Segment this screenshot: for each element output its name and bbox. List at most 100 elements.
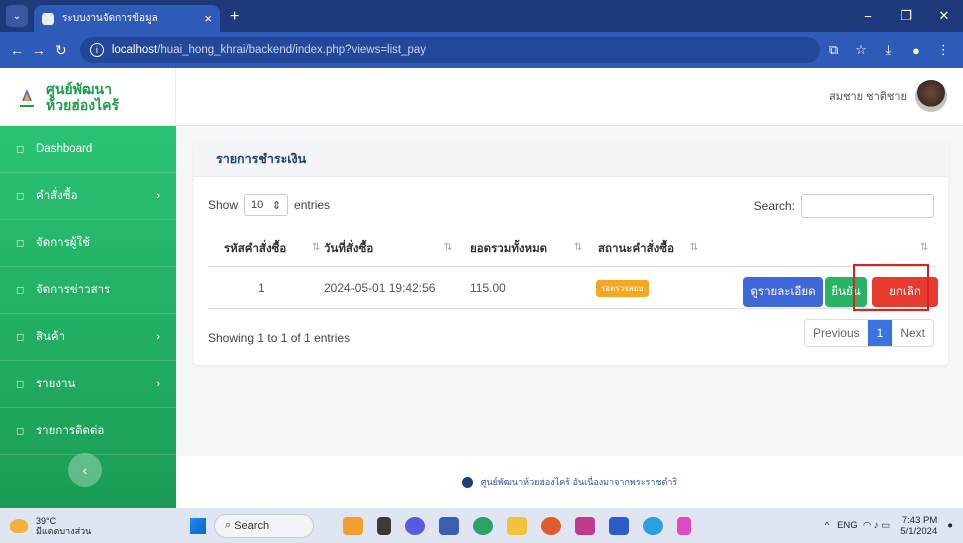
app-game-icon[interactable] bbox=[343, 516, 363, 535]
weather-desc: มีแดดบางส่วน bbox=[36, 525, 92, 536]
avatar bbox=[915, 80, 947, 112]
sidebar-item-label: รายการติดต่อ bbox=[36, 425, 105, 437]
col-total[interactable]: ยอดรวมทั้งหมด bbox=[470, 231, 547, 267]
sidebar-item-2[interactable]: ◻ จัดการผู้ใช้ bbox=[0, 220, 176, 267]
translate-icon[interactable]: ⧉ bbox=[820, 42, 847, 58]
bookmark-star-icon[interactable]: ☆ bbox=[847, 42, 874, 58]
chat-icon[interactable] bbox=[405, 516, 425, 535]
new-tab-button[interactable]: + bbox=[230, 8, 239, 26]
chevron-right-icon: › bbox=[156, 378, 160, 390]
sort-icon[interactable]: ⇅ bbox=[312, 242, 320, 253]
sidebar-collapse-button[interactable]: ‹ bbox=[68, 453, 102, 487]
view-detail-button[interactable]: ดูรายละเอียด bbox=[743, 277, 823, 307]
sidebar-item-6[interactable]: ◻ รายการติดต่อ bbox=[0, 408, 176, 455]
sort-icon[interactable]: ⇅ bbox=[920, 242, 928, 253]
minimize-icon[interactable]: − bbox=[849, 9, 887, 24]
edge-icon[interactable] bbox=[473, 516, 493, 535]
payments-card: รายการชำระเงิน Show 10 ⇕ entries Search:… bbox=[194, 141, 948, 365]
cell-status: รอตรวจสอบ bbox=[596, 267, 649, 309]
sort-icon[interactable]: ⇅ bbox=[444, 242, 452, 253]
clock[interactable]: 7:43 PM 5/1/2024 bbox=[900, 515, 937, 537]
sidebar-item-1[interactable]: ◻ คำสั่งซื้อ › bbox=[0, 173, 176, 220]
sort-icon[interactable]: ⇅ bbox=[690, 242, 698, 253]
task-view-icon[interactable] bbox=[377, 516, 391, 535]
forward-icon[interactable]: → bbox=[28, 42, 50, 58]
dashboard-icon: ◻ bbox=[16, 143, 25, 155]
card-title: รายการชำระเงิน bbox=[194, 141, 948, 177]
col-order-date[interactable]: วันที่สั่งซื้อ bbox=[324, 231, 373, 267]
top-bar: สมชาย ชาติชาย bbox=[176, 68, 963, 126]
table-row: 1 2024-05-01 19:42:56 115.00 รอตรวจสอบ ด… bbox=[208, 267, 938, 309]
app-icon[interactable] bbox=[439, 516, 459, 535]
download-icon[interactable]: ⤓ bbox=[875, 42, 902, 58]
sort-icon[interactable]: ⇅ bbox=[574, 242, 582, 253]
sidebar-item-0[interactable]: ◻ Dashboard bbox=[0, 126, 176, 173]
reload-icon[interactable]: ↻ bbox=[50, 42, 72, 59]
col-order-id[interactable]: รหัสคำสั่งซื้อ bbox=[224, 231, 286, 267]
language-indicator[interactable]: ENG bbox=[837, 520, 858, 531]
orders-icon: ◻ bbox=[16, 190, 25, 202]
word-icon[interactable] bbox=[609, 516, 629, 535]
sidebar-item-label: จัดการข่าวสาร bbox=[36, 284, 111, 296]
wifi-icon[interactable]: ◠ ♪ ▭ bbox=[858, 520, 890, 531]
notification-bell-icon[interactable]: ● bbox=[947, 520, 953, 531]
taskbar-search[interactable]: ⌕ Search bbox=[214, 513, 314, 538]
brand-line-1: ศูนย์พัฒนา bbox=[46, 81, 112, 97]
app-icon[interactable] bbox=[575, 516, 595, 535]
windows-start-icon[interactable] bbox=[190, 517, 206, 534]
weather-widget[interactable]: 39°C มีแดดบางส่วน bbox=[0, 516, 190, 536]
profile-icon[interactable]: ● bbox=[902, 43, 929, 58]
sidebar-item-4[interactable]: ◻ สินค้า › bbox=[0, 314, 176, 361]
url-field[interactable]: i localhost/huai_hong_khrai/backend/inde… bbox=[79, 37, 820, 63]
footer-text: ศูนย์พัฒนาห้วยฮ่องไคร้ อันเนื่องมาจากพระ… bbox=[480, 477, 678, 487]
chrome-icon[interactable] bbox=[541, 516, 561, 535]
weather-icon bbox=[10, 518, 28, 533]
product-icon: ◻ bbox=[16, 331, 25, 343]
col-status[interactable]: สถานะคำสั่งซื้อ bbox=[598, 231, 674, 267]
table-info: Showing 1 to 1 of 1 entries bbox=[208, 331, 351, 345]
window-controls: − ❐ ✕ bbox=[849, 0, 963, 32]
table-header: รหัสคำสั่งซื้อ ⇅ วันที่สั่งซื้อ ⇅ ยอดรวม… bbox=[208, 231, 934, 267]
cell-total: 115.00 bbox=[470, 281, 506, 295]
status-badge: รอตรวจสอบ bbox=[596, 279, 649, 297]
user-icon: ◻ bbox=[16, 237, 25, 249]
entries-select[interactable]: 10 ⇕ bbox=[244, 194, 289, 216]
sidebar-item-3[interactable]: ◻ จัดการข่าวสาร bbox=[0, 267, 176, 314]
brand[interactable]: ศูนย์พัฒนา ห้วยฮ่องไคร้ bbox=[0, 68, 176, 126]
sidebar-item-5[interactable]: ◻ รายงาน › bbox=[0, 361, 176, 408]
chevron-up-icon[interactable]: ^ bbox=[825, 520, 837, 531]
file-explorer-icon[interactable] bbox=[507, 516, 527, 535]
close-icon[interactable]: ✕ bbox=[925, 8, 963, 24]
page-1-button[interactable]: 1 bbox=[867, 320, 893, 346]
chevron-right-icon: › bbox=[156, 190, 160, 202]
sidebar-item-label: สินค้า bbox=[36, 331, 66, 343]
taskbar-apps bbox=[336, 516, 698, 535]
system-tray: ^ ENG ◠ ♪ ▭ 7:43 PM 5/1/2024 ● bbox=[825, 508, 953, 543]
previous-button[interactable]: Previous bbox=[805, 320, 868, 346]
brand-logo-icon bbox=[20, 89, 34, 107]
next-button[interactable]: Next bbox=[892, 320, 933, 346]
tab-search-icon[interactable]: ⌄ bbox=[6, 5, 28, 27]
url-host: localhost bbox=[111, 44, 158, 56]
taskbar: 39°C มีแดดบางส่วน ⌕ Search ^ ENG ◠ ♪ ▭ 7… bbox=[0, 508, 963, 543]
facebook-icon[interactable] bbox=[461, 476, 473, 488]
menu-kebab-icon[interactable]: ⋮ bbox=[930, 42, 957, 58]
tab-close-icon[interactable]: × bbox=[204, 11, 212, 26]
app-icon[interactable] bbox=[643, 516, 663, 535]
weather-temp: 39°C bbox=[36, 515, 57, 526]
browser-tab[interactable]: ระบบงานจัดการข้อมูล × bbox=[34, 5, 220, 32]
clock-date: 5/1/2024 bbox=[900, 525, 938, 537]
site-info-icon[interactable]: i bbox=[89, 43, 104, 57]
back-icon[interactable]: ← bbox=[6, 42, 28, 58]
tab-title: ระบบงานจัดการข้อมูล bbox=[62, 13, 158, 24]
search-input[interactable] bbox=[801, 194, 934, 218]
user-menu[interactable]: สมชาย ชาติชาย bbox=[829, 80, 947, 112]
restore-icon[interactable]: ❐ bbox=[887, 8, 925, 24]
select-arrow-icon: ⇕ bbox=[271, 199, 282, 212]
footer: ศูนย์พัฒนาห้วยฮ่องไคร้ อันเนื่องมาจากพระ… bbox=[176, 456, 963, 508]
sidebar-item-label: จัดการผู้ใช้ bbox=[36, 237, 90, 249]
table-search: Search: bbox=[754, 194, 934, 218]
app-icon[interactable] bbox=[677, 516, 691, 535]
cell-order-id: 1 bbox=[258, 281, 265, 295]
show-label: Show bbox=[208, 198, 239, 212]
